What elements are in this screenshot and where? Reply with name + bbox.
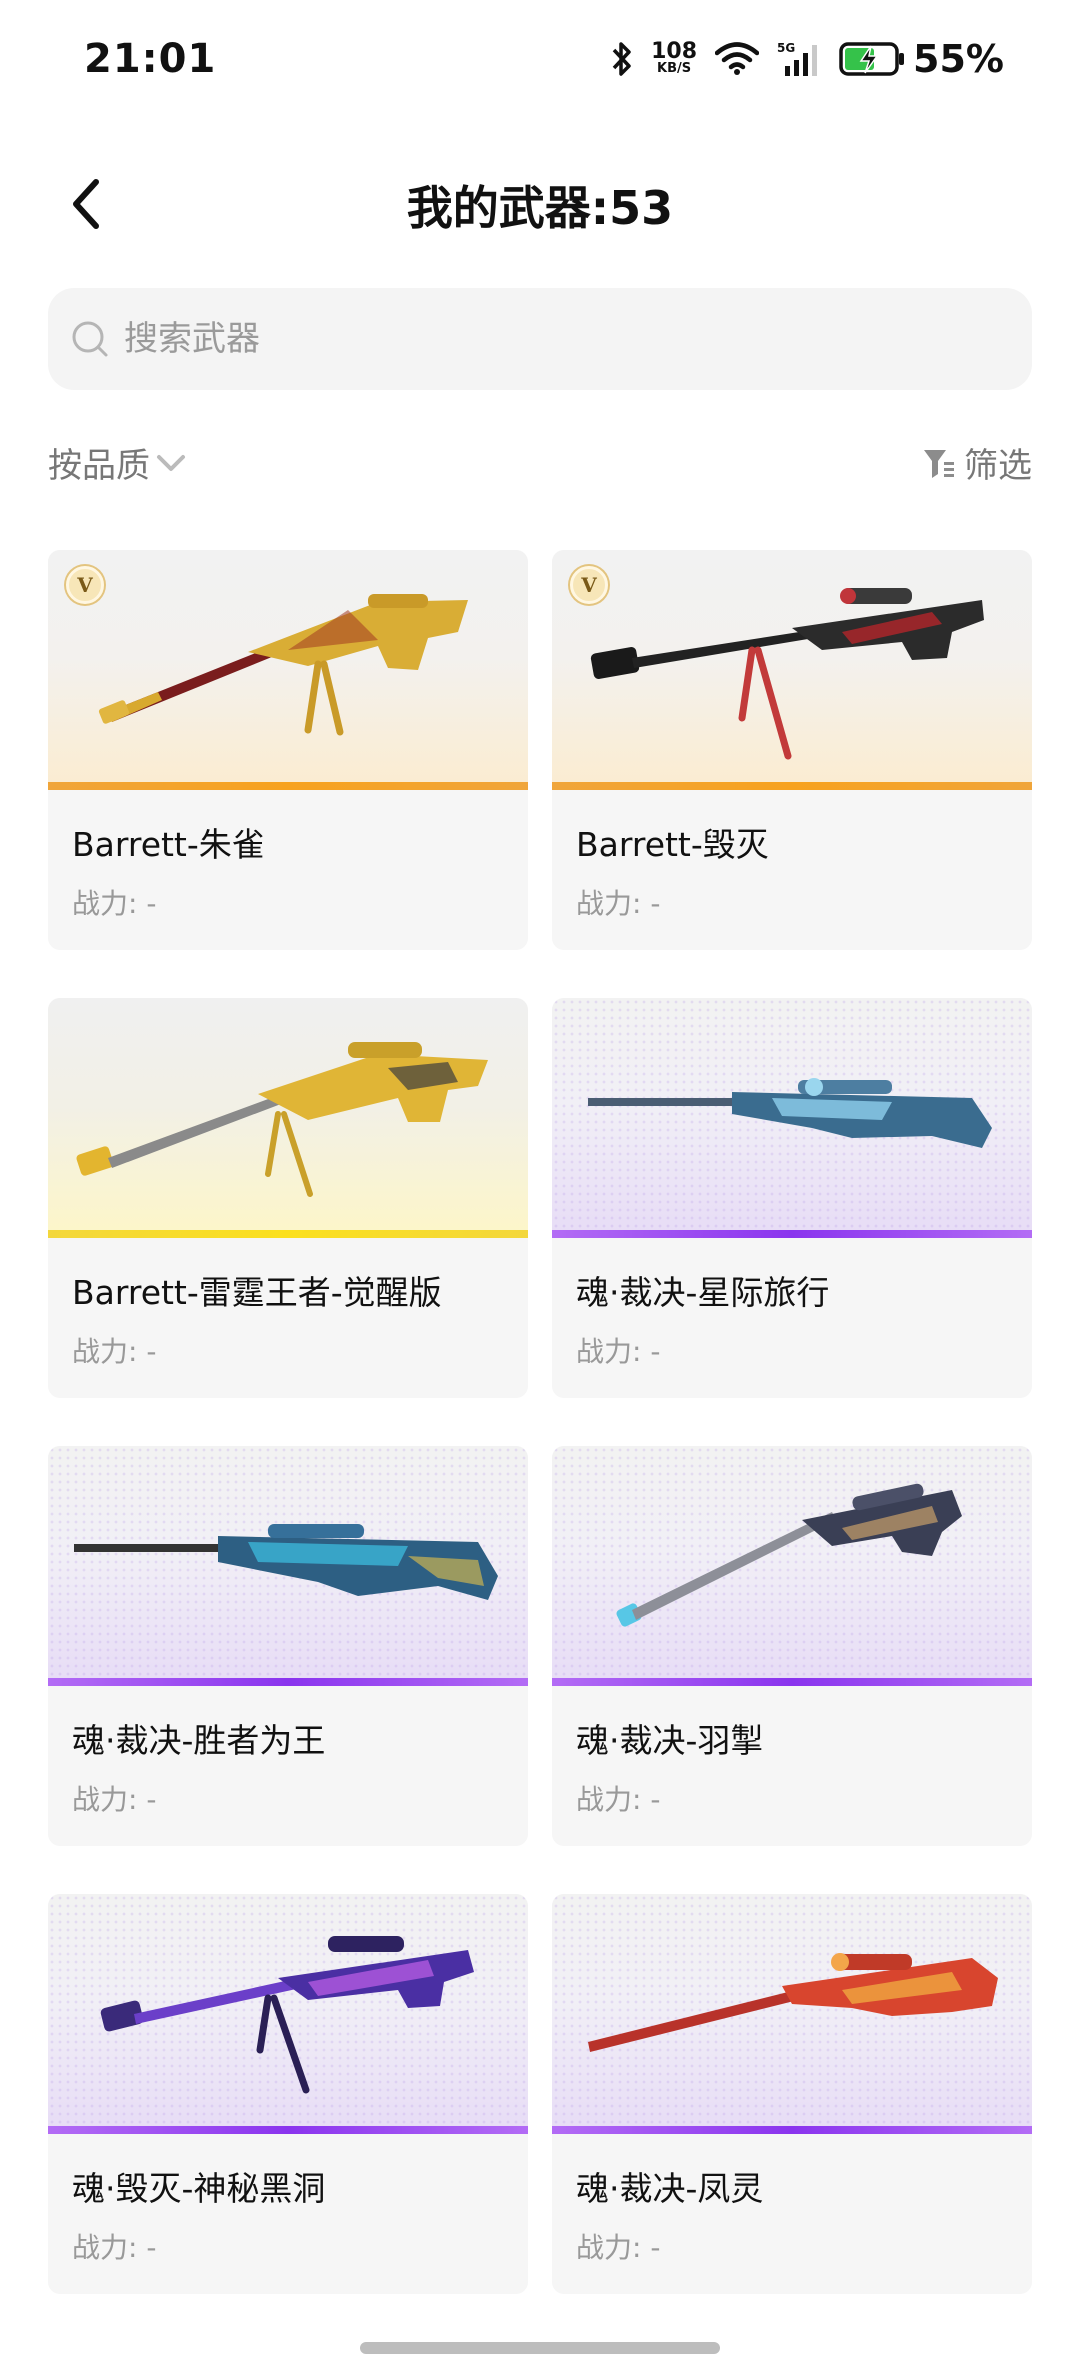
rarity-bar — [552, 1230, 1032, 1238]
search-bar[interactable] — [48, 288, 1032, 390]
weapon-name: 魂·裁决-凤灵 — [576, 2169, 764, 2208]
weapon-name: 魂·裁决-胜者为王 — [72, 1721, 326, 1760]
weapon-name: 魂·裁决-星际旅行 — [576, 1273, 830, 1312]
filter-button[interactable]: 筛选 — [922, 438, 1032, 487]
sniper-rifle-image — [74, 1524, 498, 1600]
bluetooth-icon — [612, 42, 631, 76]
weapon-card[interactable]: 魂·裁决-胜者为王 战力: - — [48, 1446, 528, 1846]
filter-icon — [924, 449, 954, 478]
sniper-rifle-image — [616, 1483, 962, 1627]
battery-charging-icon — [839, 42, 905, 76]
sniper-rifle-image — [98, 594, 468, 736]
weapon-power: 战力: - — [72, 2231, 157, 2264]
cellular-signal-icon: 5G — [777, 41, 818, 76]
status-time: 21:01 — [84, 36, 217, 82]
weapon-card[interactable]: Barrett-雷霆王者-觉醒版 战力: - — [48, 998, 528, 1398]
chevron-down-icon — [157, 454, 185, 471]
sniper-rifle-image — [588, 1078, 992, 1148]
home-indicator[interactable] — [360, 2342, 720, 2354]
rarity-bar — [48, 2126, 528, 2134]
weapon-power: 战力: - — [72, 1783, 157, 1816]
rarity-bar — [48, 1678, 528, 1686]
weapon-name: 魂·裁决-羽掣 — [576, 1721, 764, 1760]
weapon-name: Barrett-毁灭 — [576, 825, 769, 864]
vip-badge: V — [66, 566, 104, 604]
weapon-power: 战力: - — [576, 887, 661, 920]
weapon-card[interactable]: V Barrett-毁灭 战力: - — [552, 550, 1032, 950]
weapon-image: V — [48, 550, 528, 790]
svg-text:5G: 5G — [777, 41, 795, 55]
weapon-power: 战力: - — [576, 1335, 661, 1368]
page-header: 我的武器:53 — [0, 150, 1080, 260]
page-title: 我的武器:53 — [406, 181, 674, 235]
weapon-image — [552, 998, 1032, 1238]
filter-label: 筛选 — [964, 446, 1032, 486]
weapon-card[interactable]: 魂·裁决-凤灵 战力: - — [552, 1894, 1032, 2294]
weapon-card[interactable]: 魂·毁灭-神秘黑洞 战力: - — [48, 1894, 528, 2294]
status-icons: 108 KB/S 5G 55% — [611, 34, 1004, 84]
weapon-card[interactable]: V Barrett-朱雀 战力: - — [48, 550, 528, 950]
weapon-image: V — [552, 550, 1032, 790]
battery: 55% — [839, 37, 1004, 81]
weapon-name: Barrett-朱雀 — [72, 825, 265, 864]
sort-label: 按品质 — [48, 446, 150, 486]
sort-filter-row: 按品质 筛选 — [48, 432, 1032, 492]
rarity-bar — [48, 782, 528, 790]
network-speed: 108 KB/S — [651, 39, 698, 76]
weapon-power: 战力: - — [576, 2231, 661, 2264]
weapon-card[interactable]: 魂·裁决-星际旅行 战力: - — [552, 998, 1032, 1398]
search-icon — [72, 321, 108, 357]
weapon-image — [552, 1446, 1032, 1686]
wifi-icon — [715, 42, 760, 75]
sniper-rifle-image — [588, 1953, 998, 2052]
weapon-image — [552, 1894, 1032, 2134]
weapon-power: 战力: - — [576, 1783, 661, 1816]
vip-badge: V — [570, 566, 608, 604]
search-input[interactable] — [124, 319, 984, 359]
weapon-name: Barrett-雷霆王者-觉醒版 — [72, 1273, 442, 1312]
weapon-image — [48, 998, 528, 1238]
weapon-card[interactable]: 魂·裁决-羽掣 战力: - — [552, 1446, 1032, 1846]
sort-by-quality-dropdown[interactable]: 按品质 — [48, 438, 186, 487]
sniper-rifle-image — [590, 588, 984, 760]
weapon-power: 战力: - — [72, 1335, 157, 1368]
rarity-bar — [552, 1678, 1032, 1686]
sniper-rifle-image — [76, 1042, 488, 1197]
weapon-name: 魂·毁灭-神秘黑洞 — [72, 2169, 326, 2208]
rarity-bar — [552, 2126, 1032, 2134]
weapon-grid: V Barrett-朱雀 战力: - V Barrett-毁灭 战力: - Ba… — [48, 550, 1032, 2294]
sniper-rifle-image — [100, 1936, 474, 2094]
weapon-image — [48, 1446, 528, 1686]
rarity-bar — [48, 1230, 528, 1238]
weapon-image — [48, 1894, 528, 2134]
rarity-bar — [552, 782, 1032, 790]
status-bar: 21:01 108 KB/S 5G 55% — [0, 0, 1080, 120]
weapon-power: 战力: - — [72, 887, 157, 920]
